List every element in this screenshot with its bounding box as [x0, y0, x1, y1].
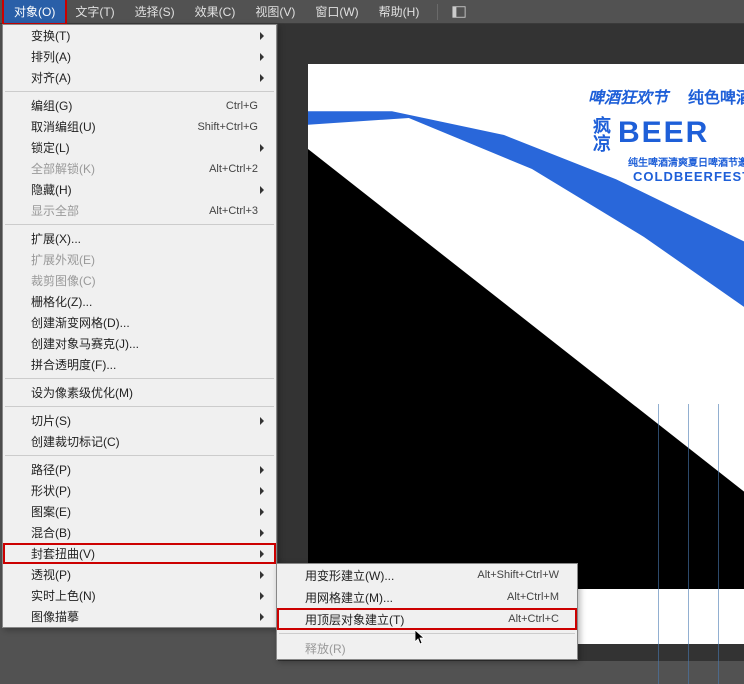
menu-item: 扩展外观(E) [3, 249, 276, 270]
panel-icon[interactable] [452, 5, 466, 19]
menu-item-label: 混合(B) [31, 524, 258, 541]
menu-item-label: 切片(S) [31, 412, 258, 429]
menubar-separator [437, 4, 438, 20]
menu-item[interactable]: 路径(P) [3, 459, 276, 480]
menu-item-label: 图案(E) [31, 503, 258, 520]
menu-item-shortcut: Ctrl+G [226, 100, 258, 112]
art-text: BEER [618, 116, 709, 150]
submenu-item[interactable]: 用网格建立(M)...Alt+Ctrl+M [277, 586, 577, 608]
menu-item[interactable]: 切片(S) [3, 410, 276, 431]
menu-item[interactable]: 锁定(L) [3, 137, 276, 158]
menu-item-shortcut: Alt+Shift+Ctrl+W [477, 569, 559, 581]
guide-line [658, 404, 659, 684]
menu-item-label: 创建渐变网格(D)... [31, 314, 258, 331]
menu-separator [5, 406, 274, 407]
menu-separator [5, 378, 274, 379]
menu-help[interactable]: 帮助(H) [369, 0, 430, 23]
menu-item[interactable]: 创建渐变网格(D)... [3, 312, 276, 333]
art-text: COLDBEERFESTIVAL [633, 169, 744, 184]
menu-item-label: 用顶层对象建立(T) [305, 611, 508, 628]
menu-item-label: 排列(A) [31, 48, 258, 65]
menu-item-label: 释放(R) [305, 640, 559, 657]
art-text: 纯色啤酒夏日狂欢 [688, 84, 744, 108]
menu-item-shortcut: Shift+Ctrl+G [197, 121, 258, 133]
menu-item-label: 创建裁切标记(C) [31, 433, 258, 450]
menu-item[interactable]: 编组(G)Ctrl+G [3, 95, 276, 116]
menu-item-label: 形状(P) [31, 482, 258, 499]
menu-item-label: 用变形建立(W)... [305, 567, 477, 584]
menu-item[interactable]: 混合(B) [3, 522, 276, 543]
menu-item-label: 取消编组(U) [31, 118, 197, 135]
menu-item-label: 设为像素级优化(M) [31, 384, 258, 401]
menu-item-label: 扩展(X)... [31, 230, 258, 247]
menu-item-label: 拼合透明度(F)... [31, 356, 258, 373]
art-text: 纯生啤酒清爽夏日啤酒节邀您畅饮 [628, 154, 744, 169]
menu-item[interactable]: 设为像素级优化(M) [3, 382, 276, 403]
art-text: 啤酒狂欢节 [588, 84, 668, 108]
menu-item-shortcut: Alt+Ctrl+C [508, 613, 559, 625]
menu-item-label: 裁剪图像(C) [31, 272, 258, 289]
menu-item[interactable]: 封套扭曲(V) [3, 543, 276, 564]
envelope-distort-submenu: 用变形建立(W)...Alt+Shift+Ctrl+W用网格建立(M)...Al… [276, 563, 578, 660]
menu-item-label: 封套扭曲(V) [31, 545, 258, 562]
menu-separator [5, 224, 274, 225]
menu-item-label: 路径(P) [31, 461, 258, 478]
menu-item[interactable]: 隐藏(H) [3, 179, 276, 200]
guide-line [688, 404, 689, 684]
menu-item: 裁剪图像(C) [3, 270, 276, 291]
cursor-icon [415, 630, 427, 646]
menu-select[interactable]: 选择(S) [125, 0, 185, 23]
menu-item-label: 图像描摹 [31, 608, 258, 625]
menu-item[interactable]: 对齐(A) [3, 67, 276, 88]
menu-window[interactable]: 窗口(W) [305, 0, 368, 23]
menubar: 对象(O) 文字(T) 选择(S) 效果(C) 视图(V) 窗口(W) 帮助(H… [0, 0, 744, 24]
menu-effect[interactable]: 效果(C) [185, 0, 246, 23]
menu-item-label: 创建对象马赛克(J)... [31, 335, 258, 352]
menu-item[interactable]: 排列(A) [3, 46, 276, 67]
menu-item-label: 全部解锁(K) [31, 160, 209, 177]
menu-item-shortcut: Alt+Ctrl+2 [209, 163, 258, 175]
menu-item[interactable]: 图案(E) [3, 501, 276, 522]
menu-item[interactable]: 透视(P) [3, 564, 276, 585]
menu-item-label: 编组(G) [31, 97, 226, 114]
menu-item[interactable]: 拼合透明度(F)... [3, 354, 276, 375]
menu-item: 全部解锁(K)Alt+Ctrl+2 [3, 158, 276, 179]
object-menu-dropdown: 变换(T)排列(A)对齐(A)编组(G)Ctrl+G取消编组(U)Shift+C… [2, 24, 277, 628]
submenu-item[interactable]: 用变形建立(W)...Alt+Shift+Ctrl+W [277, 564, 577, 586]
menu-item[interactable]: 创建对象马赛克(J)... [3, 333, 276, 354]
menu-item-label: 锁定(L) [31, 139, 258, 156]
menu-item-label: 对齐(A) [31, 69, 258, 86]
menu-item: 显示全部Alt+Ctrl+3 [3, 200, 276, 221]
menu-item-shortcut: Alt+Ctrl+M [507, 591, 559, 603]
menu-text[interactable]: 文字(T) [65, 0, 124, 23]
menu-item[interactable]: 栅格化(Z)... [3, 291, 276, 312]
menu-item-label: 扩展外观(E) [31, 251, 258, 268]
menu-item[interactable]: 图像描摹 [3, 606, 276, 627]
menu-item-label: 变换(T) [31, 27, 258, 44]
menu-item[interactable]: 变换(T) [3, 25, 276, 46]
menu-view[interactable]: 视图(V) [245, 0, 305, 23]
menu-item-label: 实时上色(N) [31, 587, 258, 604]
menu-separator [5, 455, 274, 456]
menu-item[interactable]: 形状(P) [3, 480, 276, 501]
art-text: 疯凉 [588, 116, 614, 152]
menu-item[interactable]: 实时上色(N) [3, 585, 276, 606]
menu-separator [279, 633, 575, 634]
menu-item-label: 栅格化(Z)... [31, 293, 258, 310]
menu-item-label: 显示全部 [31, 202, 209, 219]
menu-item-label: 隐藏(H) [31, 181, 258, 198]
menu-item[interactable]: 创建裁切标记(C) [3, 431, 276, 452]
menu-separator [5, 91, 274, 92]
submenu-item: 释放(R) [277, 637, 577, 659]
guide-line [718, 404, 719, 684]
menu-item-label: 用网格建立(M)... [305, 589, 507, 606]
submenu-item[interactable]: 用顶层对象建立(T)Alt+Ctrl+C [277, 608, 577, 630]
menu-item[interactable]: 扩展(X)... [3, 228, 276, 249]
menu-item[interactable]: 取消编组(U)Shift+Ctrl+G [3, 116, 276, 137]
menu-item-shortcut: Alt+Ctrl+3 [209, 205, 258, 217]
menu-object[interactable]: 对象(O) [4, 0, 65, 23]
menu-item-label: 透视(P) [31, 566, 258, 583]
